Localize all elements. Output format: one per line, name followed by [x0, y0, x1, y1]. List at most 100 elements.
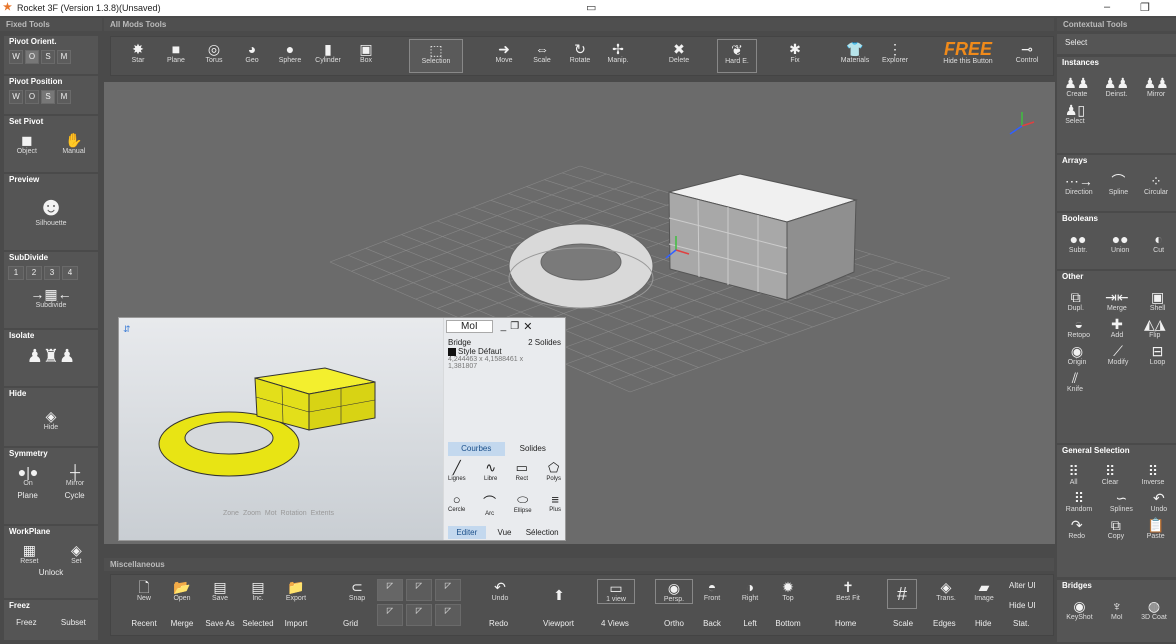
dupl-button[interactable]: ⧉ Dupl.: [1068, 289, 1084, 312]
origin-button[interactable]: ◉ Origin: [1068, 343, 1087, 366]
paste-button[interactable]: 📋 Paste: [1147, 517, 1165, 540]
bridge-moi-button[interactable]: ♆ MoI: [1111, 598, 1123, 621]
hide-this-button[interactable]: FREE Hide this Button: [931, 37, 1005, 65]
back-button[interactable]: Back: [693, 619, 731, 628]
grid-button[interactable]: Grid: [343, 619, 358, 628]
top-button[interactable]: ✹ Top: [769, 579, 807, 604]
snap-center-icon[interactable]: ◸: [406, 604, 432, 626]
symmetry-plane-button[interactable]: Plane: [17, 491, 37, 500]
scale-button[interactable]: ⇔ Scale: [523, 37, 561, 64]
select-splines-button[interactable]: ∽ Splines: [1110, 490, 1133, 513]
export-button[interactable]: 📁 Export: [277, 579, 315, 602]
moi-tab-editer[interactable]: Editer: [448, 526, 486, 539]
boolean-subtr-button[interactable]: ●● Subtr.: [1069, 231, 1087, 254]
moi-rotation-control[interactable]: Rotation: [281, 510, 307, 517]
moi-zoom-control[interactable]: Zoom: [243, 510, 261, 517]
moi-window[interactable]: ⇵ Zone Zoom Mot Rotation Extents MoI _ ❐…: [118, 317, 566, 541]
moi-mot-control[interactable]: Mot: [265, 510, 277, 517]
best-fit-button[interactable]: ✝ Best Fit: [829, 579, 867, 602]
arrays-spline-button[interactable]: ⌒ Spline: [1109, 173, 1128, 196]
merge-file-button[interactable]: Merge: [163, 619, 201, 628]
save-as-button[interactable]: Save As: [201, 619, 239, 628]
hide-button[interactable]: ◈ Hide: [4, 400, 98, 431]
arrays-direction-button[interactable]: ⋯→ Direction: [1065, 173, 1093, 196]
boolean-union-button[interactable]: ●● Union: [1111, 231, 1129, 254]
fix-button[interactable]: ✱ Fix: [775, 37, 815, 64]
moi-close-icon[interactable]: ✕: [523, 320, 532, 333]
import-button[interactable]: Import: [277, 619, 315, 628]
select-clear-button[interactable]: ⠿ Clear: [1102, 463, 1119, 486]
bridge-keyshot-button[interactable]: ◉ KeyShot: [1066, 598, 1092, 621]
pivot-orient-o[interactable]: O: [25, 50, 39, 64]
undo-selection-button[interactable]: ↶ Undo: [1150, 490, 1167, 513]
boolean-cut-button[interactable]: ◐ Cut: [1153, 231, 1164, 254]
redo-button[interactable]: Redo: [489, 619, 508, 628]
instances-mirror-button[interactable]: ♟♟ Mirror: [1144, 75, 1169, 98]
symmetry-mirror-button[interactable]: ┼ Mirror: [66, 464, 84, 487]
knife-button[interactable]: ⫽ Knife: [1057, 366, 1093, 393]
moi-arc-button[interactable]: ⌒ Arc: [483, 492, 496, 517]
subdivide-level-2[interactable]: 2: [26, 266, 42, 280]
moi-viewport[interactable]: ⇵ Zone Zoom Mot Rotation Extents: [119, 318, 443, 540]
select-top-button[interactable]: Select: [1057, 34, 1176, 47]
redo-selection-button[interactable]: ↷ Redo: [1068, 517, 1085, 540]
snap-button[interactable]: ⊂ Snap: [339, 579, 375, 602]
delete-button[interactable]: ✖ Delete: [659, 37, 699, 64]
rotate-button[interactable]: ↻ Rotate: [561, 37, 599, 64]
add-button[interactable]: ✚ Add: [1111, 316, 1123, 339]
moi-minimize-icon[interactable]: _: [501, 321, 507, 332]
pivot-object-button[interactable]: ◼ Object: [17, 132, 37, 155]
star-button[interactable]: ✸ Star: [119, 37, 157, 64]
flip-button[interactable]: ◭◮ Flip: [1144, 316, 1166, 339]
pivot-manual-button[interactable]: ✋ Manual: [62, 132, 85, 155]
explorer-button[interactable]: ⋮ Explorer: [873, 37, 917, 64]
pivot-orient-m[interactable]: M: [57, 50, 71, 64]
pivot-position-o[interactable]: O: [25, 90, 39, 104]
moi-rect-button[interactable]: ▭ Rect: [516, 460, 528, 482]
snap-vertex-icon[interactable]: ◸: [377, 579, 403, 601]
persp-button[interactable]: ◉ Persp.: [655, 579, 693, 604]
select-random-button[interactable]: ⠿ Random: [1066, 490, 1092, 513]
moi-plus-button[interactable]: ≡ Plus: [549, 492, 561, 517]
subdivide-level-3[interactable]: 3: [44, 266, 60, 280]
viewport-button[interactable]: ⬆: [539, 587, 579, 603]
modify-button[interactable]: ⟋ Modify: [1108, 343, 1129, 366]
save-button[interactable]: ▤ Save: [201, 579, 239, 602]
moi-zone-control[interactable]: Zone: [223, 510, 239, 517]
recent-button[interactable]: Recent: [125, 619, 163, 628]
hard-e-button[interactable]: ❦ Hard E.: [717, 39, 757, 73]
ortho-button[interactable]: Ortho: [655, 619, 693, 628]
pivot-orient-s[interactable]: S: [41, 50, 55, 64]
symmetry-on-button[interactable]: ●|● On: [18, 464, 39, 487]
move-button[interactable]: ➜ Move: [485, 37, 523, 64]
moi-tab-vue[interactable]: Vue: [486, 526, 524, 539]
moi-extents-control[interactable]: Extents: [311, 510, 334, 517]
inc-button[interactable]: ▤ Inc.: [239, 579, 277, 602]
workplane-set-button[interactable]: ◈ Set: [71, 542, 82, 565]
home-button[interactable]: Home: [835, 619, 856, 628]
moi-cercle-button[interactable]: ○ Cercle: [448, 492, 465, 517]
trans-button[interactable]: ◈ Trans.: [929, 579, 963, 602]
instances-create-button[interactable]: ♟♟ Create: [1064, 75, 1089, 98]
moi-style[interactable]: Style Défaut: [458, 347, 502, 356]
moi-ellipse-button[interactable]: ⬭ Ellipse: [514, 492, 532, 517]
select-all-button[interactable]: ⠿ All: [1069, 463, 1079, 486]
new-button[interactable]: 🗋 New: [125, 579, 163, 602]
select-inverse-button[interactable]: ⠿ Inverse: [1142, 463, 1165, 486]
isolate-button[interactable]: ♟♜♟: [4, 342, 98, 365]
snap-edge-icon[interactable]: ◸: [406, 579, 432, 601]
hide-ui-button[interactable]: Hide UI: [1009, 601, 1036, 610]
subdivide-level-1[interactable]: 1: [8, 266, 24, 280]
undo-button[interactable]: ↶ Undo: [483, 579, 517, 602]
box-button[interactable]: ▣ Box: [347, 37, 385, 64]
instances-select-button[interactable]: ♟▯ Select: [1057, 98, 1093, 125]
copy-button[interactable]: ⧉ Copy: [1108, 517, 1124, 540]
moi-tab-solides[interactable]: Solides: [505, 442, 562, 456]
front-button[interactable]: ◓ Front: [693, 579, 731, 604]
sphere-button[interactable]: ● Sphere: [271, 37, 309, 64]
shell-button[interactable]: ▣ Shell: [1150, 289, 1166, 312]
moi-lignes-button[interactable]: ╱ Lignes: [448, 460, 466, 482]
geo-button[interactable]: ◕ Geo: [233, 37, 271, 64]
silhouette-button[interactable]: ☻ Silhouette: [4, 186, 98, 227]
edges-button[interactable]: Edges: [933, 619, 956, 628]
